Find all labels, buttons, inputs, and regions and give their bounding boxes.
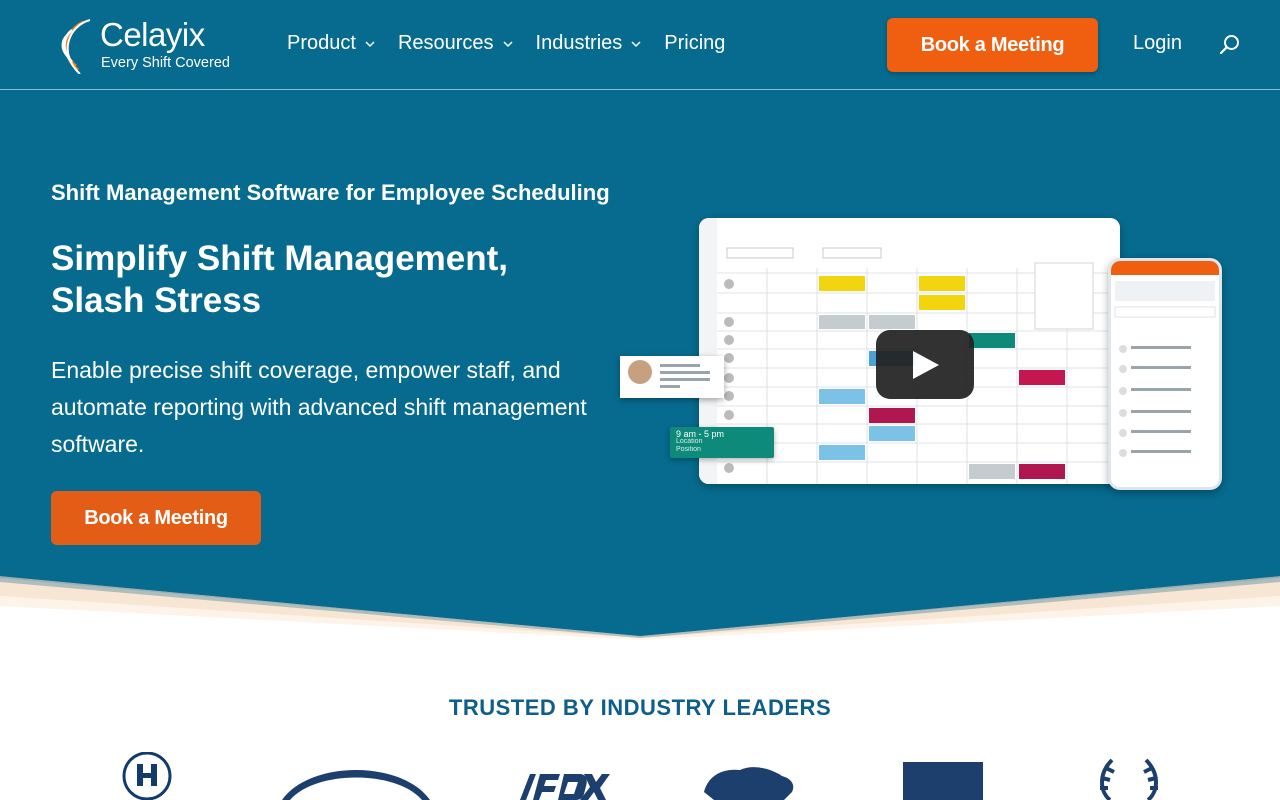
shift-card-position: Position bbox=[676, 446, 701, 453]
book-meeting-button[interactable]: Book a Meeting bbox=[887, 18, 1098, 72]
hero-wave-divider bbox=[0, 560, 1280, 640]
search-icon[interactable] bbox=[1219, 34, 1241, 56]
play-icon bbox=[913, 351, 939, 379]
employee-avatar-icon bbox=[628, 360, 710, 388]
nav-item-label: Industries bbox=[535, 32, 623, 54]
client-logos-strip bbox=[122, 752, 1158, 800]
employee-card-illustration bbox=[620, 356, 724, 398]
client-logo-square-icon bbox=[903, 762, 983, 800]
nav-item-product[interactable]: Product bbox=[287, 32, 376, 55]
client-logo-laurel-icon bbox=[1100, 758, 1158, 800]
hero-lead: Enable precise shift coverage, empower s… bbox=[51, 357, 587, 457]
nav-item-resources[interactable]: Resources bbox=[398, 32, 514, 55]
logo[interactable]: Celayix Every Shift Covered bbox=[54, 14, 234, 76]
chevron-down-icon bbox=[503, 40, 513, 47]
logo-tagline: Every Shift Covered bbox=[101, 55, 230, 71]
logo-mark-icon bbox=[61, 19, 91, 74]
client-logo-lion-icon bbox=[704, 767, 794, 800]
client-logo-hilton-icon bbox=[122, 752, 172, 800]
shift-card: 9 am - 5 pm Location Position bbox=[670, 427, 774, 458]
chevron-down-icon bbox=[631, 40, 641, 47]
site-header: Celayix Every Shift Covered Product Reso… bbox=[0, 0, 1280, 90]
client-logo-fox-icon bbox=[520, 774, 610, 800]
main-nav: Product Resources Industries Pricing bbox=[287, 32, 747, 55]
client-logo-arc-icon bbox=[282, 770, 430, 800]
hero-headline: Simplify Shift Management, Slash Stress bbox=[51, 239, 508, 320]
mobile-list-illustration bbox=[1111, 261, 1219, 457]
hero-book-meeting-button[interactable]: Book a Meeting bbox=[51, 491, 261, 545]
video-play-button[interactable] bbox=[876, 330, 974, 399]
nav-item-label: Pricing bbox=[664, 32, 726, 54]
nav-item-label: Product bbox=[287, 32, 356, 54]
login-link[interactable]: Login bbox=[1133, 32, 1182, 55]
mobile-app-screenshot bbox=[1108, 258, 1222, 490]
trusted-heading: TRUSTED BY INDUSTRY LEADERS bbox=[448, 695, 832, 720]
hero-eyebrow: Shift Management Software for Employee S… bbox=[51, 180, 610, 205]
logo-name: Celayix bbox=[100, 16, 205, 53]
nav-item-label: Resources bbox=[397, 32, 494, 54]
shift-card-location: Location bbox=[676, 438, 703, 445]
chevron-down-icon bbox=[365, 40, 375, 47]
nav-item-industries[interactable]: Industries bbox=[536, 32, 643, 55]
nav-item-pricing[interactable]: Pricing bbox=[664, 32, 725, 55]
